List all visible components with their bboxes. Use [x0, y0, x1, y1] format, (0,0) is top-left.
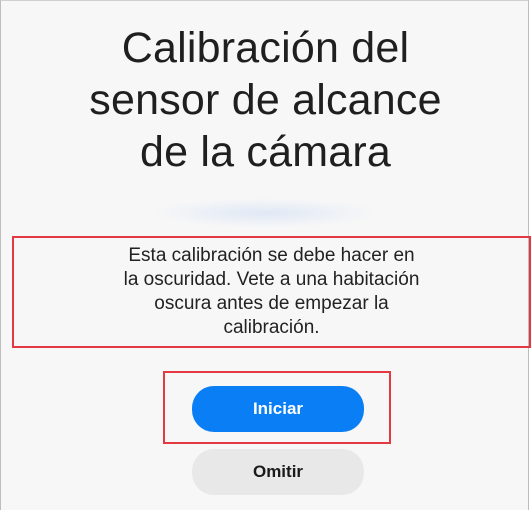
message-line-1: Esta calibración se debe hacer en	[128, 245, 415, 266]
title-line-2: sensor de alcance	[89, 76, 442, 124]
start-button[interactable]: Iniciar	[192, 386, 364, 432]
page-title: Calibración del sensor de alcance de la …	[0, 22, 531, 178]
skip-button[interactable]: Omitir	[192, 449, 364, 495]
message-line-4: calibración.	[223, 317, 320, 338]
message-line-2: la oscuridad. Vete a una habitación	[123, 269, 420, 290]
title-line-3: de la cámara	[140, 128, 391, 176]
decorative-glow	[150, 198, 380, 228]
title-line-1: Calibración del	[121, 24, 410, 72]
calibration-instructions: Esta calibración se debe hacer en la osc…	[12, 244, 531, 340]
message-line-3: oscura antes de empezar la	[154, 293, 389, 314]
